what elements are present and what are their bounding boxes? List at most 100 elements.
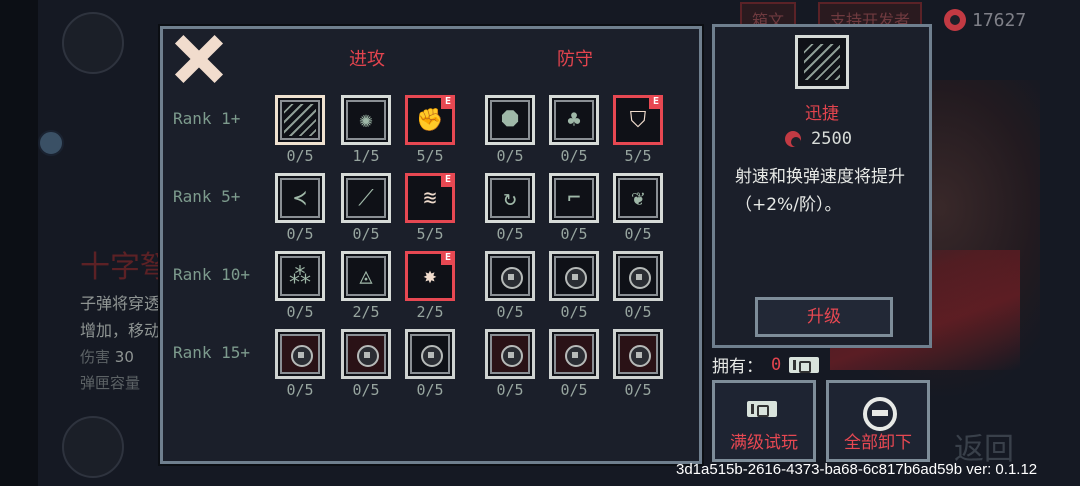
talent-slot[interactable] — [613, 251, 663, 301]
talent-level-count: 0/5 — [352, 381, 380, 399]
talent-slot[interactable]: ⯃ — [485, 95, 535, 145]
currency-amount: 17627 — [972, 9, 1027, 31]
talent-cost: 2500 — [785, 129, 852, 149]
talent-slot[interactable]: ⌐ — [549, 173, 599, 223]
unequip-icon — [863, 397, 897, 431]
talent-level-count: 0/5 — [624, 303, 652, 321]
lock-icon — [421, 345, 443, 367]
talent-level-count: 0/5 — [286, 381, 314, 399]
owned-count: 0 — [771, 354, 782, 375]
talent-slot[interactable]: ✊ E — [405, 95, 455, 145]
talent-level-count: 0/5 — [560, 381, 588, 399]
rank-label: Rank 15+ — [173, 343, 251, 362]
talent-slot[interactable]: ✺ — [341, 95, 391, 145]
talent-detail-panel: 迅捷 2500 射速和换弹速度将提升（+2%/阶）。 升级 — [712, 24, 932, 348]
currency-display: 17627 — [944, 4, 1026, 36]
close-icon[interactable] — [171, 33, 223, 85]
talent-slot[interactable] — [549, 329, 599, 379]
rank-label: Rank 1+ — [173, 109, 241, 128]
owned-label: 拥有： — [712, 357, 763, 377]
talent-level-count: 5/5 — [416, 225, 444, 243]
talent-slot[interactable]: ⟋ — [341, 173, 391, 223]
swirl-icon: ✺ — [359, 107, 373, 133]
talent-level-count: 0/5 — [624, 225, 652, 243]
lock-icon — [501, 267, 523, 289]
version-text: 3d1a515b-2616-4373-ba68-6c817b6ad59b ver… — [676, 461, 1038, 478]
owned-tickets: 拥有： 0 — [712, 352, 820, 377]
ticket-icon — [747, 401, 777, 417]
max-trial-button[interactable]: 满级试玩 — [712, 380, 816, 462]
equipped-badge: E — [441, 173, 455, 187]
weapon-title: 十字弩 — [80, 250, 170, 285]
talent-slot[interactable]: ♣ — [549, 95, 599, 145]
attack-header: 进攻 — [349, 49, 385, 70]
talent-slot[interactable]: ⁂ — [275, 251, 325, 301]
talent-slot[interactable]: ❦ — [613, 173, 663, 223]
talent-level-count: 0/5 — [286, 225, 314, 243]
talent-slot[interactable] — [275, 95, 325, 145]
talent-level-count: 2/5 — [352, 303, 380, 321]
talent-level-count: 0/5 — [496, 147, 524, 165]
ticket-icon — [789, 356, 820, 373]
talent-level-count: 5/5 — [416, 147, 444, 165]
equipped-badge: E — [649, 95, 663, 109]
magazine-stat: 弹匣容量 — [80, 374, 141, 392]
talent-slot[interactable] — [405, 329, 455, 379]
talent-level-count: 0/5 — [496, 225, 524, 243]
talent-slot[interactable]: ↻ — [485, 173, 535, 223]
weapon-slot[interactable] — [62, 12, 124, 74]
side-toggle-button[interactable] — [38, 130, 64, 156]
talent-level-count: 0/5 — [416, 381, 444, 399]
octagon-cross-icon: ⯃ — [501, 107, 519, 133]
talent-level-count: 0/5 — [286, 147, 314, 165]
soul-coin-icon — [785, 131, 801, 147]
equipped-badge: E — [441, 95, 455, 109]
triangle-circle-icon: ◬ — [359, 263, 373, 289]
talent-slot[interactable]: ✸ E — [405, 251, 455, 301]
lock-icon — [291, 345, 313, 367]
talent-level-count: 0/5 — [286, 303, 314, 321]
lock-icon — [357, 345, 379, 367]
hatch-stripes-icon — [795, 35, 849, 89]
leaf-icon: ❦ — [631, 185, 645, 211]
unequip-all-button[interactable]: 全部卸下 — [826, 380, 930, 462]
damage-stat: 伤害 30 — [80, 348, 134, 366]
lock-icon — [629, 345, 651, 367]
talent-level-count: 5/5 — [624, 147, 652, 165]
talent-slot[interactable]: ≋ E — [405, 173, 455, 223]
talent-slot[interactable]: ⛉ E — [613, 95, 663, 145]
lock-icon — [501, 345, 523, 367]
equipped-badge: E — [441, 251, 455, 265]
unequip-all-label: 全部卸下 — [844, 433, 912, 453]
talent-level-count: 0/5 — [560, 225, 588, 243]
lock-icon — [629, 267, 651, 289]
soul-coin-icon — [944, 9, 966, 31]
talent-slot[interactable] — [485, 329, 535, 379]
weapon-slot[interactable] — [62, 416, 124, 478]
rank-label: Rank 10+ — [173, 265, 251, 284]
spread-shot-icon: ≺ — [293, 185, 307, 211]
talent-level-count: 0/5 — [624, 381, 652, 399]
weapon-description: 子弹将穿透 增加，移动 — [80, 294, 161, 340]
orbs-icon: ⁂ — [289, 263, 311, 289]
lock-icon — [565, 345, 587, 367]
talent-level-count: 0/5 — [496, 303, 524, 321]
talent-slot[interactable]: ≺ — [275, 173, 325, 223]
talent-slot[interactable] — [341, 329, 391, 379]
talent-panel: 进攻 防守 Rank 1+ 0/5 ✺ 1/5 ✊ E 5/5 ⯃ 0/5 ♣ 0/5 ⛉ E 5/5 Ra… — [160, 26, 702, 464]
talent-level-count: 1/5 — [352, 147, 380, 165]
hatch-stripes-icon — [284, 104, 316, 136]
slash-icon: ⟋ — [358, 185, 374, 211]
talent-slot[interactable] — [275, 329, 325, 379]
talent-level-count: 0/5 — [496, 381, 524, 399]
talent-slot[interactable] — [549, 251, 599, 301]
talent-slot[interactable]: ◬ — [341, 251, 391, 301]
rank-label: Rank 5+ — [173, 187, 241, 206]
talent-slot[interactable] — [485, 251, 535, 301]
talent-slot[interactable] — [613, 329, 663, 379]
defense-header: 防守 — [557, 49, 593, 70]
cactus-icon: ♣ — [567, 107, 581, 133]
talent-level-count: 2/5 — [416, 303, 444, 321]
upgrade-button[interactable]: 升级 — [755, 297, 893, 337]
talent-level-count: 0/5 — [560, 147, 588, 165]
